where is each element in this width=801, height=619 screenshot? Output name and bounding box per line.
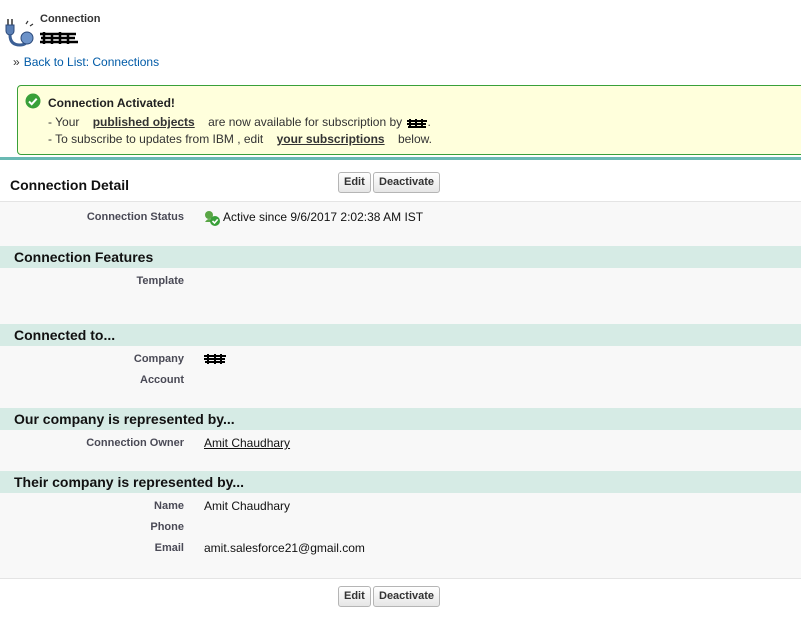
message-line2-prefix: - To subscribe to updates from IBM , edi…: [48, 132, 264, 146]
connection-detail-panel: Connection Detail Edit Deactivate Connec…: [0, 157, 801, 619]
deactivate-button-top[interactable]: Deactivate: [373, 172, 441, 193]
connection-status-label: Connection Status: [86, 211, 184, 223]
edit-button-top[interactable]: Edit: [338, 172, 371, 193]
company-label: Company: [133, 353, 184, 365]
message-line1-text: are now available for subscription by: [208, 115, 403, 129]
phone-label: Phone: [150, 521, 184, 533]
your-subscriptions-link[interactable]: your subscriptions: [277, 132, 385, 146]
name-label: Name: [154, 500, 184, 512]
connection-plug-icon: [5, 19, 34, 47]
message-line-published: - Your published objects are now availab…: [48, 115, 431, 129]
email-value: amit.salesforce21@gmail.com: [204, 541, 365, 555]
connection-owner-link[interactable]: Amit Chaudhary: [204, 436, 290, 450]
panel-footer: Edit Deactivate: [0, 578, 801, 619]
connection-owner-value: Amit Chaudhary: [204, 436, 290, 450]
back-link-prefix: »: [13, 55, 20, 69]
published-objects-link[interactable]: published objects: [93, 115, 195, 129]
edit-button-bottom[interactable]: Edit: [338, 586, 371, 607]
connection-status-value: Active since 9/6/2017 2:02:38 AM IST: [223, 210, 424, 224]
back-to-list-link[interactable]: Back to List: Connections: [24, 55, 159, 69]
back-to-list: » Back to List: Connections: [13, 55, 159, 69]
redacted-record-name: [40, 32, 78, 44]
section-connected-to: Connected to...: [0, 324, 801, 346]
name-value: Amit Chaudhary: [204, 499, 291, 513]
message-line1-prefix: - Your: [48, 115, 80, 129]
object-type-label: Connection: [40, 13, 101, 25]
deactivate-button-bottom[interactable]: Deactivate: [373, 586, 441, 607]
section-our-company: Our company is represented by...: [0, 408, 801, 430]
section-their-company: Their company is represented by...: [0, 471, 801, 493]
confirmation-message: Connection Activated! - Your published o…: [17, 85, 801, 155]
redacted-company-name: [406, 118, 427, 128]
section-connection-features: Connection Features: [0, 246, 801, 268]
check-circle-icon: [25, 93, 41, 109]
panel-title: Connection Detail: [10, 177, 130, 193]
message-line2-suffix: below.: [397, 132, 432, 146]
email-label: Email: [154, 542, 184, 554]
message-line1-end: .: [427, 115, 431, 129]
message-line-subscribe: - To subscribe to updates from IBM , edi…: [48, 132, 432, 146]
account-label: Account: [140, 374, 184, 386]
template-label: Template: [136, 275, 184, 287]
redacted-company-value: [204, 354, 226, 364]
active-connection-icon: [205, 211, 220, 226]
panel-header: Connection Detail Edit Deactivate: [0, 160, 801, 202]
connection-owner-label: Connection Owner: [86, 437, 184, 449]
message-title: Connection Activated!: [48, 96, 175, 110]
